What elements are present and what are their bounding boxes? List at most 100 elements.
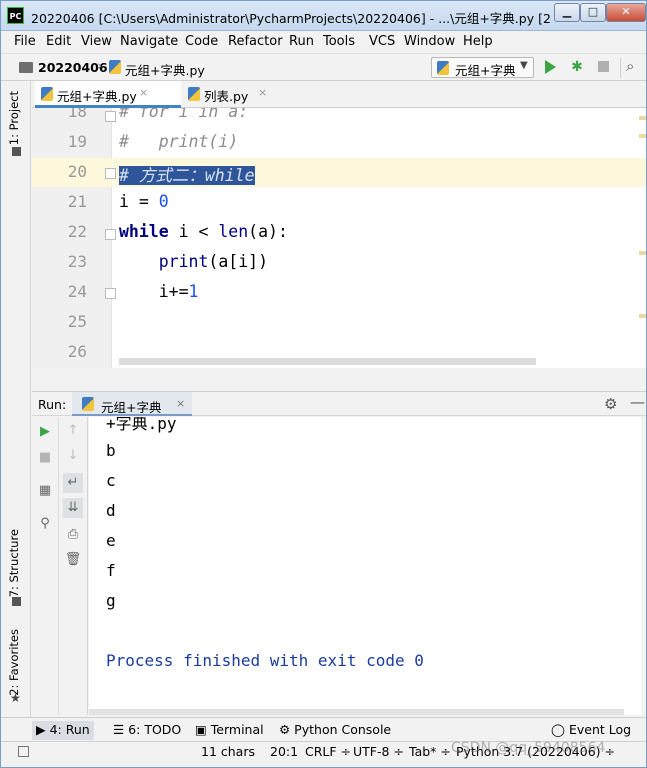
fold-marker-icon[interactable] — [105, 168, 116, 179]
menu-edit[interactable]: Edit — [46, 34, 71, 49]
console-line: +字典.py — [106, 417, 177, 433]
stop-icon[interactable]: ■ — [35, 448, 55, 468]
tool-todo[interactable]: ☰ 6: TODO — [109, 721, 185, 740]
python-file-icon — [41, 87, 53, 101]
scroll-marker — [639, 134, 646, 138]
console-line: g — [106, 591, 116, 610]
run-configuration-select[interactable]: 元组+字典 ▼ — [431, 57, 534, 78]
menu-tools[interactable]: Tools — [323, 34, 355, 49]
search-icon[interactable]: ⌕ — [626, 57, 634, 75]
status-indent[interactable]: Tab* ÷ — [409, 744, 451, 759]
close-tab-icon[interactable]: × — [176, 397, 185, 410]
menu-refactor[interactable]: Refactor — [228, 34, 283, 49]
code-token: # print(i) — [119, 132, 239, 151]
scroll-marker — [639, 314, 646, 318]
horizontal-scrollbar[interactable] — [119, 358, 536, 365]
gear-icon[interactable]: ⚙ — [604, 395, 617, 413]
code-token: i < — [168, 222, 219, 241]
console-line: e — [106, 531, 116, 550]
up-arrow-icon[interactable]: ↑ — [63, 421, 83, 441]
run-tab[interactable]: 元组+字典 × — [72, 392, 192, 416]
fold-marker-icon[interactable] — [105, 288, 116, 299]
line-number: 19 — [67, 132, 87, 151]
console-line: c — [106, 471, 116, 490]
tool-tab-project[interactable]: 1: Project — [7, 91, 21, 145]
hide-panel-icon[interactable]: — — [630, 393, 645, 411]
print-icon[interactable]: ⎙ — [63, 525, 83, 545]
tool-event-log[interactable]: ◯ Event Log — [547, 721, 635, 740]
code-editor[interactable]: 18 19 20 21 22 23 24 25 26 # for i in a: # print(… — [32, 108, 646, 368]
python-file-icon — [188, 87, 200, 101]
fold-marker-icon[interactable] — [105, 229, 116, 240]
vertical-scrollbar[interactable] — [641, 417, 646, 715]
menu-vcs[interactable]: VCS — [369, 34, 395, 49]
code-line[interactable]: print(a[i]) — [119, 252, 268, 271]
scroll-marker — [639, 251, 646, 255]
close-tab-icon[interactable]: × — [258, 86, 267, 99]
line-number: 22 — [67, 222, 87, 241]
menu-window[interactable]: Window — [404, 34, 455, 49]
code-line[interactable]: i = 0 — [119, 192, 169, 211]
fold-marker-icon[interactable] — [105, 111, 116, 122]
run-tab-label: 元组+字典 — [101, 400, 162, 415]
title-bar[interactable]: PC 20220406 [C:\Users\Administrator\Pych… — [1, 1, 646, 31]
horizontal-scrollbar[interactable] — [89, 709, 624, 715]
status-caret-position[interactable]: 20:1 — [270, 744, 298, 759]
tab-list-py[interactable]: 列表.py × — [182, 81, 276, 108]
code-token: 0 — [158, 192, 169, 211]
pin-icon[interactable]: ⚲ — [35, 514, 55, 534]
code-line[interactable]: while i < len(a): — [119, 222, 288, 241]
menu-code[interactable]: Code — [185, 34, 218, 49]
tool-tab-favorites[interactable]: 2: Favorites — [7, 629, 21, 696]
close-window-button[interactable]: ✕ — [606, 3, 646, 22]
window-title: 20220406 [C:\Users\Administrator\Pycharm… — [31, 11, 551, 26]
chevron-down-icon: ▼ — [520, 60, 528, 71]
tool-windows-toggle-icon[interactable] — [18, 746, 29, 757]
run-button[interactable] — [545, 60, 556, 74]
tool-python-console[interactable]: ⚙ Python Console — [275, 721, 395, 740]
menu-bar: File Edit View Navigate Code Refactor Ru… — [1, 31, 646, 53]
breadcrumb-file[interactable]: 元组+字典.py — [125, 60, 205, 79]
stop-button[interactable] — [598, 61, 609, 72]
status-line-separator[interactable]: CRLF ÷ — [305, 744, 351, 759]
menu-help[interactable]: Help — [463, 34, 493, 49]
maximize-window-button[interactable]: □ — [580, 3, 606, 22]
tab-label: 列表.py — [204, 89, 249, 104]
menu-file[interactable]: File — [14, 34, 36, 49]
code-token: len — [218, 222, 249, 241]
soft-wrap-icon[interactable]: ↵ — [63, 473, 83, 493]
rerun-icon[interactable]: ▶ — [35, 422, 55, 442]
code-token: (a[i]) — [208, 252, 269, 271]
line-number: 18 — [67, 108, 87, 121]
menu-view[interactable]: View — [81, 34, 112, 49]
pycharm-logo-icon: PC — [7, 7, 24, 24]
code-line[interactable]: # print(i) — [119, 132, 238, 151]
close-tab-icon[interactable]: × — [139, 86, 148, 99]
code-line[interactable]: # for i in a: — [119, 108, 248, 121]
scroll-marker — [639, 116, 646, 120]
debug-bug-icon[interactable]: ✱ — [569, 58, 585, 76]
menu-run[interactable]: Run — [289, 34, 314, 49]
tool-terminal[interactable]: ▣ Terminal — [191, 721, 268, 740]
code-line[interactable]: # 方式二：while — [119, 162, 255, 186]
trash-icon[interactable]: 🗑 — [63, 550, 83, 570]
layout-icon[interactable]: ▦ — [35, 481, 55, 501]
run-console[interactable]: +字典.py b c d e f g Process finished with… — [89, 417, 646, 715]
menu-navigate[interactable]: Navigate — [120, 34, 178, 49]
tool-run[interactable]: ▶ 4: Run — [32, 721, 94, 740]
tab-label: 元组+字典.py — [57, 89, 137, 104]
status-encoding[interactable]: UTF-8 ÷ — [353, 744, 404, 759]
line-number: 23 — [67, 252, 87, 271]
code-line[interactable]: i+=1 — [119, 282, 199, 301]
tab-tuple-dict-py[interactable]: 元组+字典.py × — [35, 81, 181, 108]
run-toolbar-secondary: ↑ ↓ ↵ ⇊ ⎙ 🗑 — [59, 417, 88, 715]
console-line: f — [106, 561, 116, 580]
python-file-icon — [82, 397, 94, 411]
tool-tab-structure[interactable]: 7: Structure — [7, 529, 21, 597]
down-arrow-icon[interactable]: ↓ — [63, 446, 83, 466]
scroll-to-end-icon[interactable]: ⇊ — [63, 498, 83, 518]
minimize-window-button[interactable]: ▁ — [554, 3, 580, 22]
left-tool-strip: 1: Project 7: Structure 2: Favorites ★ — [1, 81, 31, 741]
console-line: b — [106, 441, 116, 460]
